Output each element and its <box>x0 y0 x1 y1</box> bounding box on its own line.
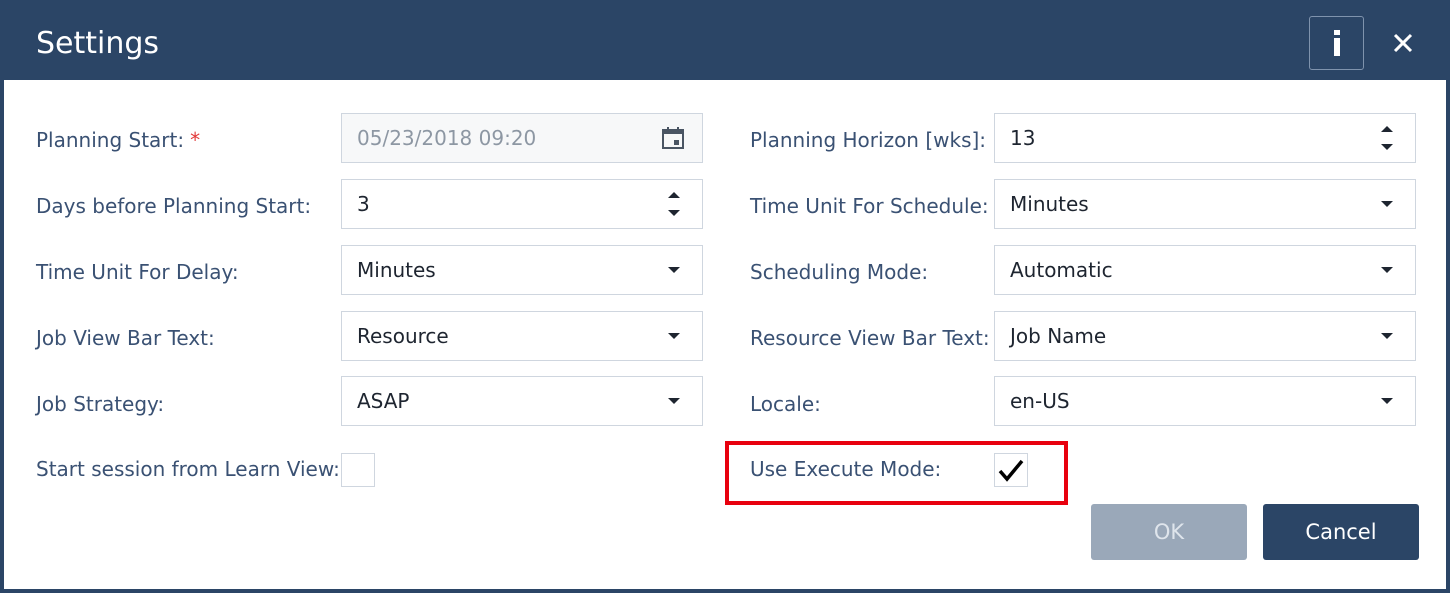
job-strategy-value: ASAP <box>357 389 410 413</box>
scheduling-mode-label: Scheduling Mode: <box>750 260 929 284</box>
spinner-up-icon[interactable] <box>1381 126 1393 132</box>
chevron-down-icon <box>1381 333 1393 339</box>
planning-horizon-value: 13 <box>1010 126 1036 150</box>
start-session-checkbox[interactable] <box>341 453 375 487</box>
calendar-icon[interactable] <box>661 126 685 150</box>
locale-select[interactable]: en-US <box>994 376 1416 426</box>
scheduling-mode-value: Automatic <box>1010 258 1113 282</box>
planning-start-label: Planning Start: * <box>36 128 200 152</box>
resource-view-bar-text-select[interactable]: Job Name <box>994 311 1416 361</box>
job-view-bar-text-label: Job View Bar Text: <box>36 326 215 350</box>
chevron-down-icon <box>1381 201 1393 207</box>
ok-button[interactable]: OK <box>1091 504 1247 560</box>
required-marker: * <box>190 128 201 152</box>
job-strategy-select[interactable]: ASAP <box>341 376 703 426</box>
planning-start-value: 05/23/2018 09:20 <box>357 126 537 150</box>
time-unit-delay-label: Time Unit For Delay: <box>36 260 239 284</box>
dialog-header: Settings <box>4 4 1446 80</box>
planning-start-field[interactable]: 05/23/2018 09:20 <box>341 113 703 163</box>
time-unit-schedule-value: Minutes <box>1010 192 1089 216</box>
spinner-down-icon[interactable] <box>668 210 680 216</box>
chevron-down-icon <box>668 398 680 404</box>
time-unit-schedule-select[interactable]: Minutes <box>994 179 1416 229</box>
days-before-spinner[interactable] <box>668 188 680 220</box>
locale-value: en-US <box>1010 389 1070 413</box>
info-icon <box>1333 30 1340 56</box>
close-icon <box>1393 33 1413 53</box>
locale-label: Locale: <box>750 392 821 416</box>
resource-view-bar-text-value: Job Name <box>1010 324 1107 348</box>
time-unit-delay-value: Minutes <box>357 258 436 282</box>
start-session-label: Start session from Learn View: <box>36 457 340 481</box>
days-before-label: Days before Planning Start: <box>36 194 312 218</box>
days-before-value: 3 <box>357 192 370 216</box>
info-button[interactable] <box>1309 16 1364 70</box>
settings-dialog: Settings Planning Start: * Days before Pl… <box>0 0 1450 593</box>
job-view-bar-text-value: Resource <box>357 324 449 348</box>
planning-start-label-text: Planning Start: <box>36 128 185 152</box>
chevron-down-icon <box>668 333 680 339</box>
dialog-title: Settings <box>36 26 160 61</box>
chevron-down-icon <box>1381 398 1393 404</box>
chevron-down-icon <box>668 267 680 273</box>
planning-horizon-stepper[interactable]: 13 <box>994 113 1416 163</box>
close-button[interactable] <box>1388 28 1418 58</box>
highlight-box <box>725 441 1068 505</box>
cancel-button[interactable]: Cancel <box>1263 504 1419 560</box>
spinner-up-icon[interactable] <box>668 192 680 198</box>
resource-view-bar-text-label: Resource View Bar Text: <box>750 326 990 350</box>
time-unit-delay-select[interactable]: Minutes <box>341 245 703 295</box>
chevron-down-icon <box>1381 267 1393 273</box>
spinner-down-icon[interactable] <box>1381 144 1393 150</box>
days-before-stepper[interactable]: 3 <box>341 179 703 229</box>
scheduling-mode-select[interactable]: Automatic <box>994 245 1416 295</box>
planning-horizon-label: Planning Horizon [wks]: <box>750 128 987 152</box>
planning-horizon-spinner[interactable] <box>1381 122 1393 154</box>
time-unit-schedule-label: Time Unit For Schedule: <box>750 194 989 218</box>
job-view-bar-text-select[interactable]: Resource <box>341 311 703 361</box>
job-strategy-label: Job Strategy: <box>36 392 165 416</box>
